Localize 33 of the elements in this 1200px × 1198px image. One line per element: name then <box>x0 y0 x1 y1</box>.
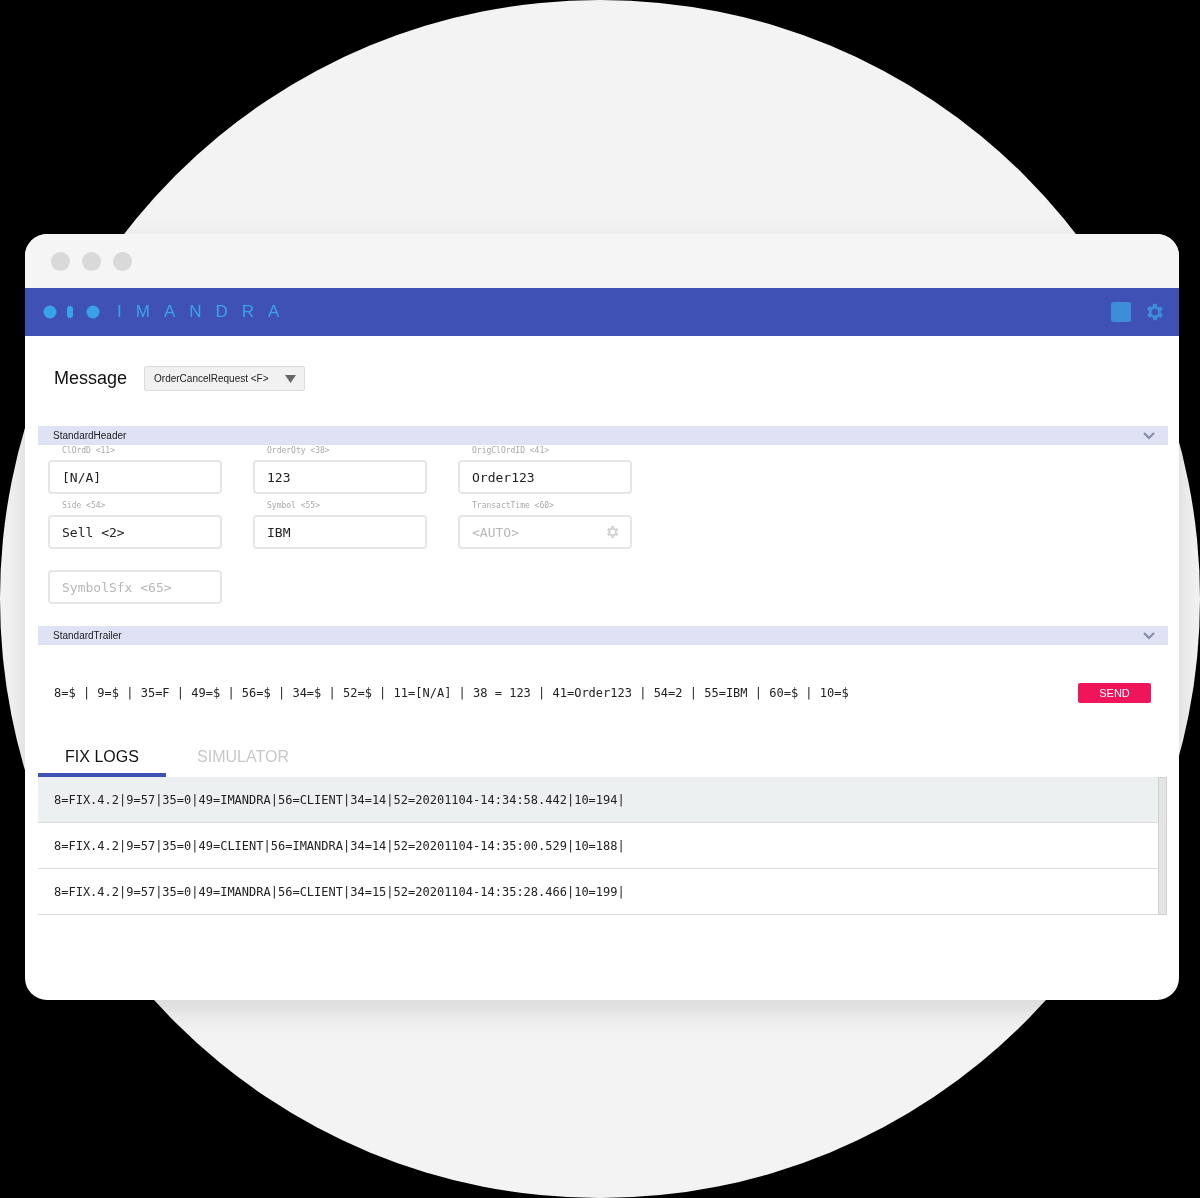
input-field[interactable]: IBM <box>253 515 427 549</box>
field-label: Side <54> <box>62 501 106 511</box>
message-label: Message <box>54 367 128 390</box>
message-dropdown[interactable]: OrderCancelRequest <F> <box>144 366 306 391</box>
input-field[interactable]: 123 <box>253 460 427 494</box>
field-label: OrigClOrdID <41> <box>472 446 550 456</box>
log-row[interactable]: 8=FIX.4.2|9=57|35=0|49=IMANDRA|56=CLIENT|34=14|52=20201104-14:34:58.442|10=194| <box>38 777 1158 823</box>
input-field[interactable]: <AUTO> <box>458 515 632 549</box>
section-header-bar[interactable]: StandardTrailer <box>38 626 1168 645</box>
chevron-down-icon[interactable] <box>1142 630 1156 641</box>
log-text: 8=FIX.4.2|9=57|35=0|49=IMANDRA|56=CLIENT|34=14|52=20201104-14:34:58.442|10=194| <box>54 791 625 809</box>
field-label: OrderQty <38> <box>267 446 330 456</box>
input-field[interactable]: Order123 <box>458 460 632 494</box>
logo-icon <box>43 304 101 320</box>
input-field[interactable]: SymbolSfx <65> <box>48 570 222 604</box>
input-field[interactable]: [N/A] <box>48 460 222 494</box>
section-header-bar[interactable]: StandardHeader <box>38 426 1168 445</box>
input-field[interactable]: Sell <2> <box>48 515 222 549</box>
log-text: 8=FIX.4.2|9=57|35=0|49=CLIENT|56=IMANDRA|34=14|52=20201104-14:35:00.529|10=188| <box>54 837 625 855</box>
section-title: StandardTrailer <box>53 629 122 643</box>
chevron-down-icon[interactable] <box>1142 430 1156 441</box>
fix-message-string: 8=$ | 9=$ | 35=F | 49=$ | 56=$ | 34=$ | 52=$ | 11=[N/A] | 38 = 123 | 41=Order123 | 54=2 | 55=IBM | 60=$ | 10=$ <box>54 685 849 702</box>
section-title: StandardHeader <box>53 429 127 443</box>
scrollbar[interactable] <box>1158 777 1167 915</box>
send-button[interactable]: SEND <box>1078 683 1151 703</box>
field-label: TransactTime <60> <box>472 501 554 511</box>
log-text: 8=FIX.4.2|9=57|35=0|49=IMANDRA|56=CLIENT|34=15|52=20201104-14:35:28.466|10=199| <box>54 883 625 901</box>
caret-icon <box>285 374 297 383</box>
brand-name: IMANDRA <box>117 301 294 324</box>
field-label: ClOrdD <11> <box>62 446 115 456</box>
field-label: Symbol <55> <box>267 501 320 511</box>
gear-icon <box>604 524 620 540</box>
square-icon[interactable] <box>1111 302 1131 322</box>
